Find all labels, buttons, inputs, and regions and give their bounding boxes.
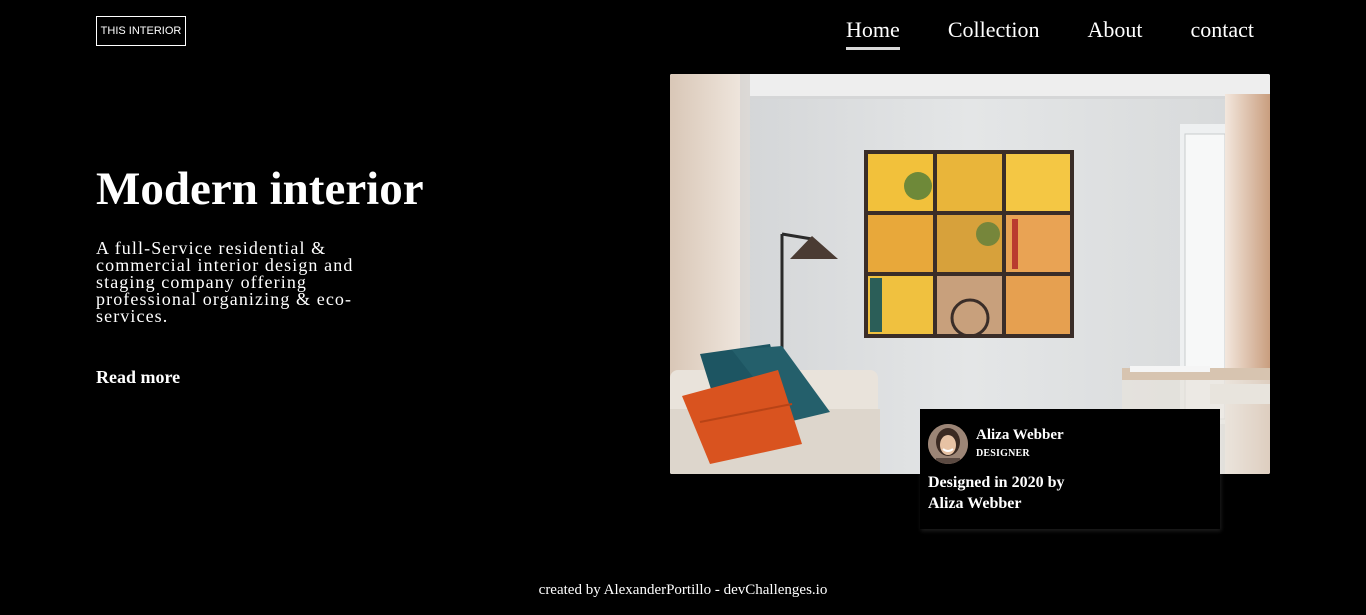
main-nav: Home Collection About contact [846, 16, 1254, 50]
designer-credit-text: Designed in 2020 by Aliza Webber [928, 474, 1065, 512]
site-logo[interactable]: THIS INTERIOR [96, 16, 186, 46]
nav-link-home[interactable]: Home [846, 16, 900, 50]
hero-description: A full-Service residential & commercial … [96, 238, 354, 326]
nav-link-about[interactable]: About [1087, 16, 1142, 47]
designer-role: DESIGNER [976, 448, 1030, 459]
read-more-link[interactable]: Read more [96, 367, 180, 388]
hero-title: Modern interior [96, 163, 424, 215]
designer-name: Aliza Webber [976, 427, 1064, 443]
designer-card: Aliza Webber DESIGNER Designed in 2020 b… [920, 409, 1220, 529]
footer-credit: created by AlexanderPortillo - devChalle… [538, 582, 828, 598]
logo-text: THIS INTERIOR [100, 25, 182, 37]
nav-link-contact[interactable]: contact [1190, 16, 1254, 47]
designer-avatar [928, 424, 968, 464]
nav-link-collection[interactable]: Collection [948, 16, 1040, 47]
